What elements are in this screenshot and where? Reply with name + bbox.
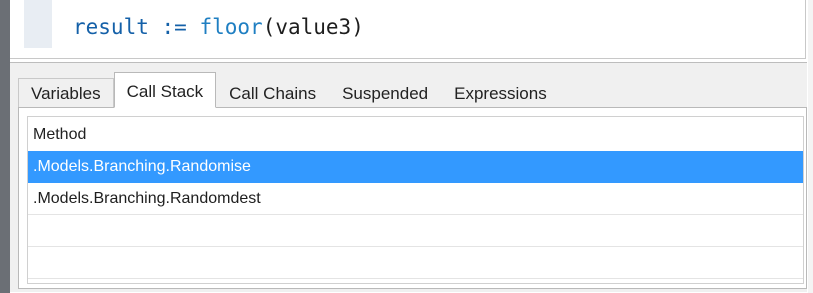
- call-stack-list[interactable]: Method .Models.Branching.Randomise .Mode…: [27, 116, 804, 284]
- tab-suspended[interactable]: Suspended: [329, 78, 442, 108]
- call-stack-row-empty: [28, 247, 803, 279]
- code-line[interactable]: result := floor(value3): [73, 13, 364, 41]
- debug-tab-strip: Variables Call Stack Call Chains Suspend…: [18, 72, 560, 108]
- code-variable: result: [73, 15, 149, 39]
- code-operator: :=: [161, 15, 187, 39]
- editor-gutter: [24, 0, 52, 48]
- tab-variables[interactable]: Variables: [18, 78, 114, 108]
- call-stack-pane: Method .Models.Branching.Randomise .Mode…: [18, 107, 807, 289]
- code-editor[interactable]: result := floor(value3): [10, 0, 806, 59]
- call-stack-row-empty: [28, 215, 803, 247]
- tab-call-chains[interactable]: Call Chains: [216, 78, 330, 108]
- tab-expressions[interactable]: Expressions: [441, 78, 560, 108]
- tab-call-stack[interactable]: Call Stack: [113, 72, 217, 108]
- right-frame-border: [808, 0, 813, 293]
- call-stack-row[interactable]: .Models.Branching.Randomise: [28, 151, 803, 183]
- call-stack-row[interactable]: .Models.Branching.Randomdest: [28, 183, 803, 215]
- code-function: floor: [199, 15, 263, 39]
- code-args: (value3): [262, 15, 364, 39]
- column-header-method[interactable]: Method: [28, 117, 803, 151]
- left-frame-border: [0, 0, 10, 293]
- debugger-window: result := floor(value3) Variables Call S…: [0, 0, 813, 293]
